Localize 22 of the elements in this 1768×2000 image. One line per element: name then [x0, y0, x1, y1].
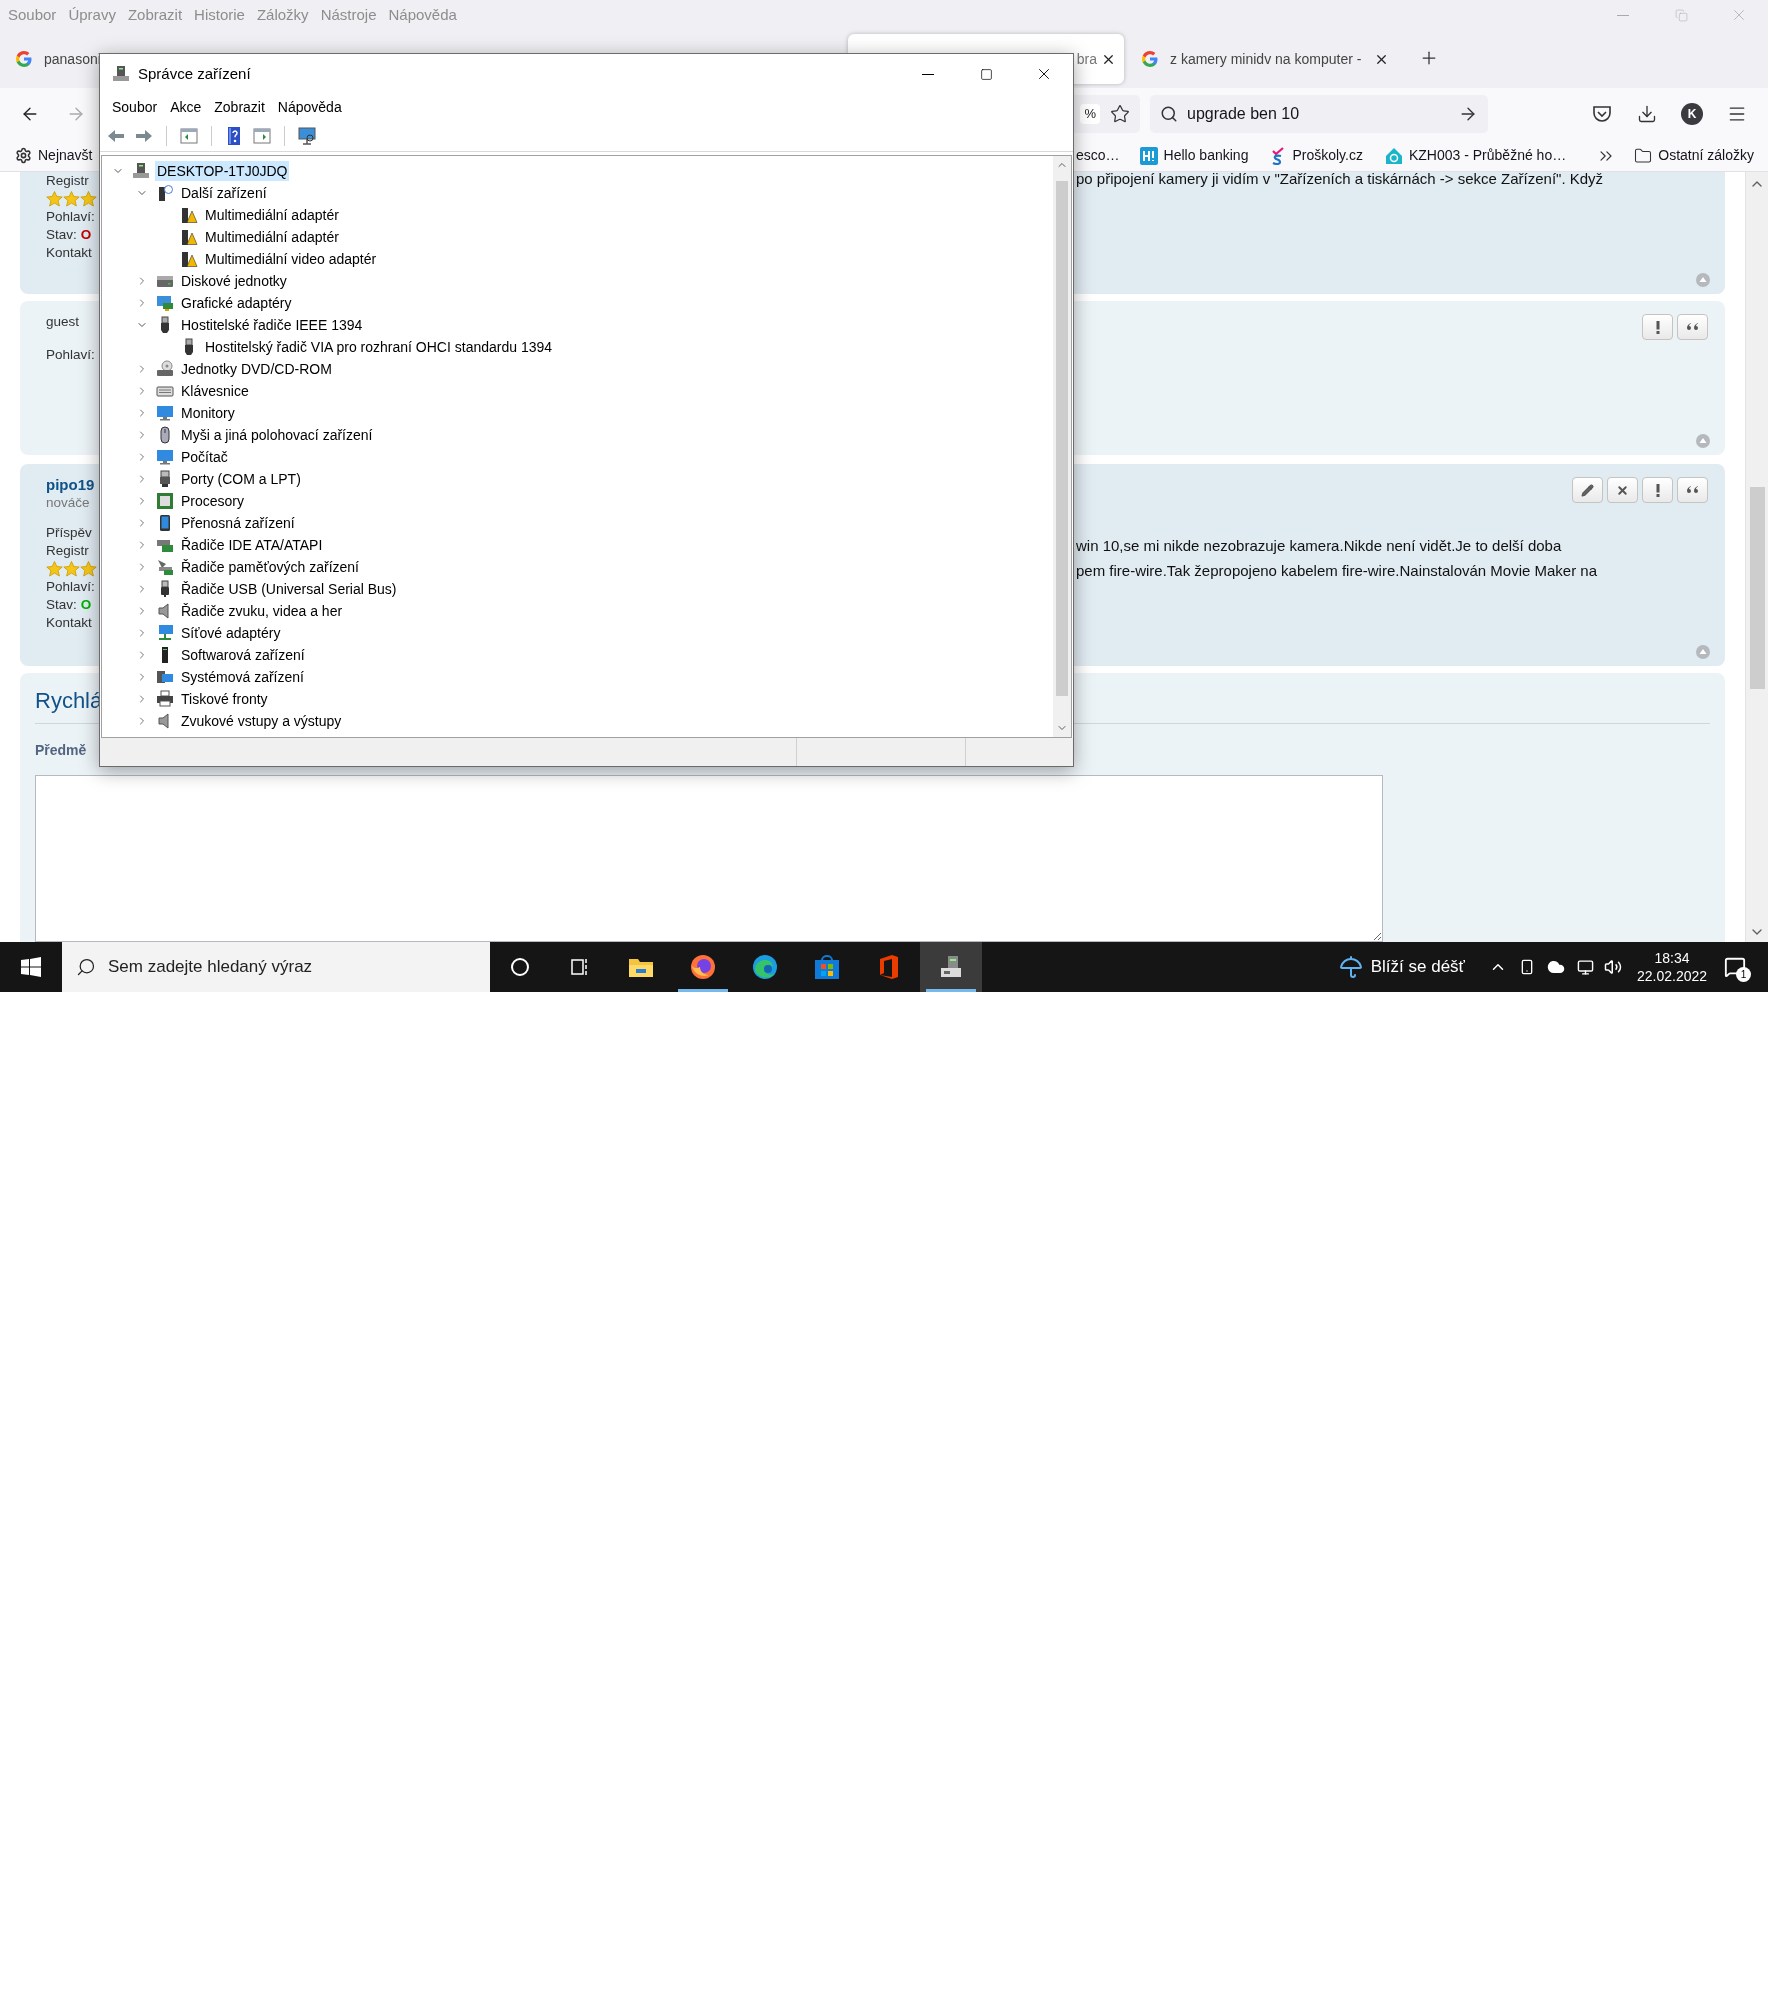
tab-title: z kamery minidv na komputer - — [1170, 49, 1362, 69]
profile-field: Registr — [46, 542, 89, 560]
status-label: Stav: — [46, 596, 77, 614]
profile-field: Registr — [46, 172, 89, 190]
status-value: O — [80, 226, 92, 244]
window-title: Správce zařízení — [138, 63, 251, 84]
profile-field: Příspěv — [46, 524, 92, 542]
status-value: O — [80, 596, 92, 614]
tab-title: bra — [1076, 49, 1097, 69]
notification-count: 1 — [1736, 967, 1751, 982]
author-name: guest — [46, 313, 80, 331]
post-text: pem fire-wire.Tak žepropojeno kabelem fire-wire.Nainstalován Movie Maker na — [1076, 561, 1599, 581]
profile-field: Pohlaví: — [46, 346, 95, 364]
profile-field: Kontakt — [46, 244, 92, 262]
post-text: win 10,se mi nikde nezobrazuje kamera.Nikde není vidět.Je to delší doba — [1076, 536, 1563, 556]
profile-field: Kontakt — [46, 614, 92, 632]
subject-label: Předmě — [35, 741, 88, 760]
profile-field: Pohlaví: — [46, 208, 95, 226]
status-label: Stav: — [46, 226, 77, 244]
profile-field: Pohlaví: — [46, 578, 95, 596]
user-rank: nováče — [46, 494, 90, 512]
post-text: po připojení kamery ji vidím v "Zařízeních a tiskárnách -> sekce Zařízení". Když — [1076, 172, 1605, 186]
